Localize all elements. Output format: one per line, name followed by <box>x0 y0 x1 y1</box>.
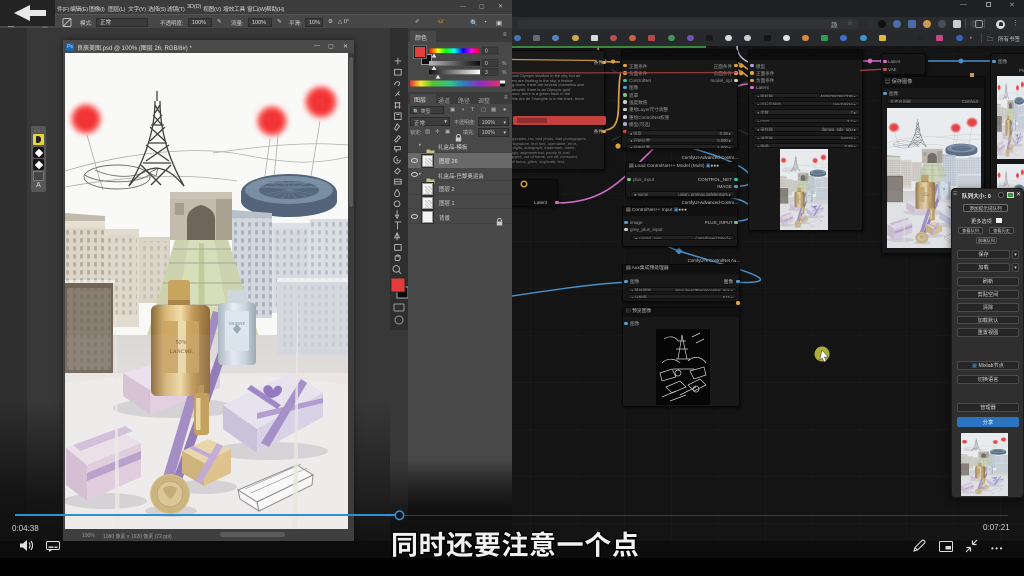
svg-text:3: 3 <box>485 70 488 76</box>
svg-text:%: % <box>502 61 507 67</box>
svg-text:0: 0 <box>485 49 488 55</box>
svg-text:0: 0 <box>485 61 488 67</box>
svg-text:%: % <box>502 70 507 76</box>
